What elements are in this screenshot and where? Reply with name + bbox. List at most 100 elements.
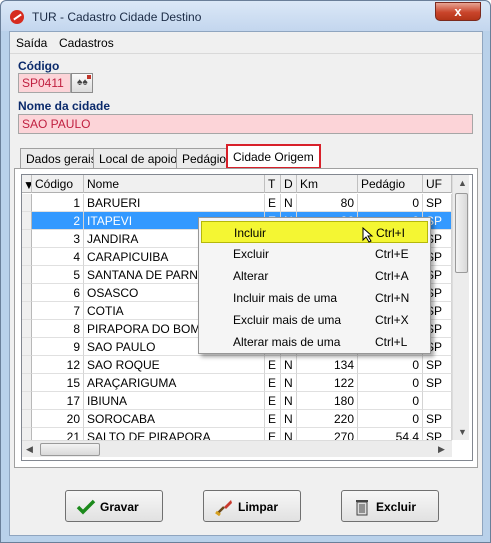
gravar-label: Gravar (100, 500, 139, 514)
limpar-button[interactable]: Limpar (203, 490, 301, 522)
cell-t: E (265, 194, 281, 212)
ctx-item-alterar[interactable]: Alterar Ctrl+A (201, 265, 428, 287)
cell-nome: ARAÇARIGUMA (84, 374, 265, 392)
cell-nome: IBIUNA (84, 392, 265, 410)
ctx-item-excluir[interactable]: Excluir Ctrl+E (201, 243, 428, 265)
ctx-item-alterar-mais[interactable]: Alterar mais de uma Ctrl+L (201, 331, 428, 353)
cell-codigo: 5 (32, 266, 84, 284)
cell-codigo: 7 (32, 302, 84, 320)
scroll-down-icon[interactable]: ▼ (458, 427, 467, 437)
cell-d: N (281, 392, 297, 410)
row-indicator[interactable] (22, 392, 32, 410)
grid-header: ▼ Código Nome T D Km Pedágio UF (22, 175, 452, 193)
gravar-button[interactable]: Gravar (65, 490, 163, 522)
scroll-right-icon[interactable]: ▶ (438, 444, 445, 455)
trash-icon (356, 500, 368, 516)
row-indicator[interactable] (22, 194, 32, 212)
cell-km: 134 (297, 356, 358, 374)
lookup-button[interactable]: ♠♠ (71, 73, 93, 93)
cell-codigo: 8 (32, 320, 84, 338)
scroll-up-icon[interactable]: ▲ (458, 178, 467, 188)
cell-codigo: 4 (32, 248, 84, 266)
ctx-shortcut: Ctrl+X (375, 313, 409, 327)
row-indicator[interactable] (22, 284, 32, 302)
close-button[interactable]: x (435, 2, 481, 21)
row-indicator[interactable] (22, 302, 32, 320)
row-indicator[interactable] (22, 230, 32, 248)
checkmark-icon (76, 499, 96, 515)
menu-saida[interactable]: Saída (16, 36, 47, 50)
cell-codigo: 3 (32, 230, 84, 248)
table-row[interactable]: 20 SOROCABA E N 220 0 SP (22, 410, 452, 428)
row-indicator[interactable] (22, 356, 32, 374)
ctx-item-excluir-mais[interactable]: Excluir mais de uma Ctrl+X (201, 309, 428, 331)
codigo-field[interactable]: SP0411 (18, 73, 71, 93)
table-row[interactable]: 12 SAO ROQUE E N 134 0 SP (22, 356, 452, 374)
nome-cidade-field[interactable]: SAO PAULO (18, 114, 473, 134)
ctx-item-incluir[interactable]: Incluir Ctrl+I (201, 221, 428, 243)
ctx-item-incluir-mais[interactable]: Incluir mais de uma Ctrl+N (201, 287, 428, 309)
ctx-shortcut: Ctrl+L (375, 335, 408, 349)
app-logo-icon (10, 10, 24, 24)
tab-pedagio[interactable]: Pedágio (176, 148, 233, 168)
table-row[interactable]: 17 IBIUNA E N 180 0 (22, 392, 452, 410)
hscroll-thumb[interactable] (40, 443, 100, 456)
window-title: TUR - Cadastro Cidade Destino (32, 10, 202, 24)
table-row[interactable]: 1 BARUERI E N 80 0 SP (22, 194, 452, 212)
scroll-thumb[interactable] (455, 193, 468, 273)
row-indicator[interactable] (22, 338, 32, 356)
cell-codigo: 6 (32, 284, 84, 302)
cell-pedagio: 0 (358, 410, 423, 428)
mouse-cursor-icon (362, 227, 374, 243)
cell-uf: SP (423, 356, 452, 374)
horizontal-scrollbar[interactable]: ◀ ▶ (22, 440, 452, 457)
col-pedagio[interactable]: Pedágio (358, 175, 423, 193)
menu-cadastros[interactable]: Cadastros (59, 36, 114, 50)
tab-dados-gerais[interactable]: Dados gerais (20, 148, 103, 168)
col-t[interactable]: T (265, 175, 281, 193)
ctx-label: Alterar (233, 269, 269, 283)
col-km[interactable]: Km (297, 175, 358, 193)
cell-d: N (281, 194, 297, 212)
col-d[interactable]: D (281, 175, 297, 193)
row-indicator[interactable] (22, 212, 32, 230)
cell-nome: SAO ROQUE (84, 356, 265, 374)
row-indicator[interactable] (22, 320, 32, 338)
tab-local-de-apoio[interactable]: Local de apoio (93, 148, 184, 168)
ctx-shortcut: Ctrl+A (375, 269, 409, 283)
app-window: TUR - Cadastro Cidade Destino x Saída Ca… (0, 0, 491, 543)
ctx-shortcut: Ctrl+I (376, 226, 406, 240)
cell-codigo: 15 (32, 374, 84, 392)
ctx-label: Excluir mais de uma (233, 313, 342, 327)
broom-icon (215, 500, 232, 516)
ctx-label: Alterar mais de uma (233, 335, 341, 349)
context-menu: Incluir Ctrl+I Excluir Ctrl+E Alterar Ct… (198, 217, 431, 354)
cell-km: 220 (297, 410, 358, 428)
row-indicator[interactable] (22, 248, 32, 266)
cell-km: 80 (297, 194, 358, 212)
excluir-button[interactable]: Excluir (341, 490, 439, 522)
binoculars-icon: ♠♠ (77, 77, 88, 88)
ctx-label: Incluir (234, 226, 267, 240)
cell-uf: SP (423, 194, 452, 212)
scroll-left-icon[interactable]: ◀ (26, 444, 33, 455)
row-indicator[interactable] (22, 410, 32, 428)
cell-t: E (265, 410, 281, 428)
vertical-scrollbar[interactable]: ▲ ▼ (452, 175, 469, 440)
ctx-label: Incluir mais de uma (233, 291, 338, 305)
sort-indicator-icon[interactable]: ▼ (22, 175, 32, 193)
nome-label: Nome da cidade (18, 99, 111, 113)
col-uf[interactable]: UF (423, 175, 452, 193)
cell-nome: BARUERI (84, 194, 265, 212)
cell-t: E (265, 356, 281, 374)
cell-pedagio: 0 (358, 356, 423, 374)
cell-km: 122 (297, 374, 358, 392)
col-codigo[interactable]: Código (32, 175, 84, 193)
tab-cidade-origem[interactable]: Cidade Origem (226, 144, 321, 169)
table-row[interactable]: 15 ARAÇARIGUMA E N 122 0 SP (22, 374, 452, 392)
title-bar[interactable]: TUR - Cadastro Cidade Destino x (1, 1, 490, 31)
row-indicator[interactable] (22, 374, 32, 392)
col-nome[interactable]: Nome (84, 175, 265, 193)
codigo-label: Código (18, 59, 60, 73)
row-indicator[interactable] (22, 266, 32, 284)
